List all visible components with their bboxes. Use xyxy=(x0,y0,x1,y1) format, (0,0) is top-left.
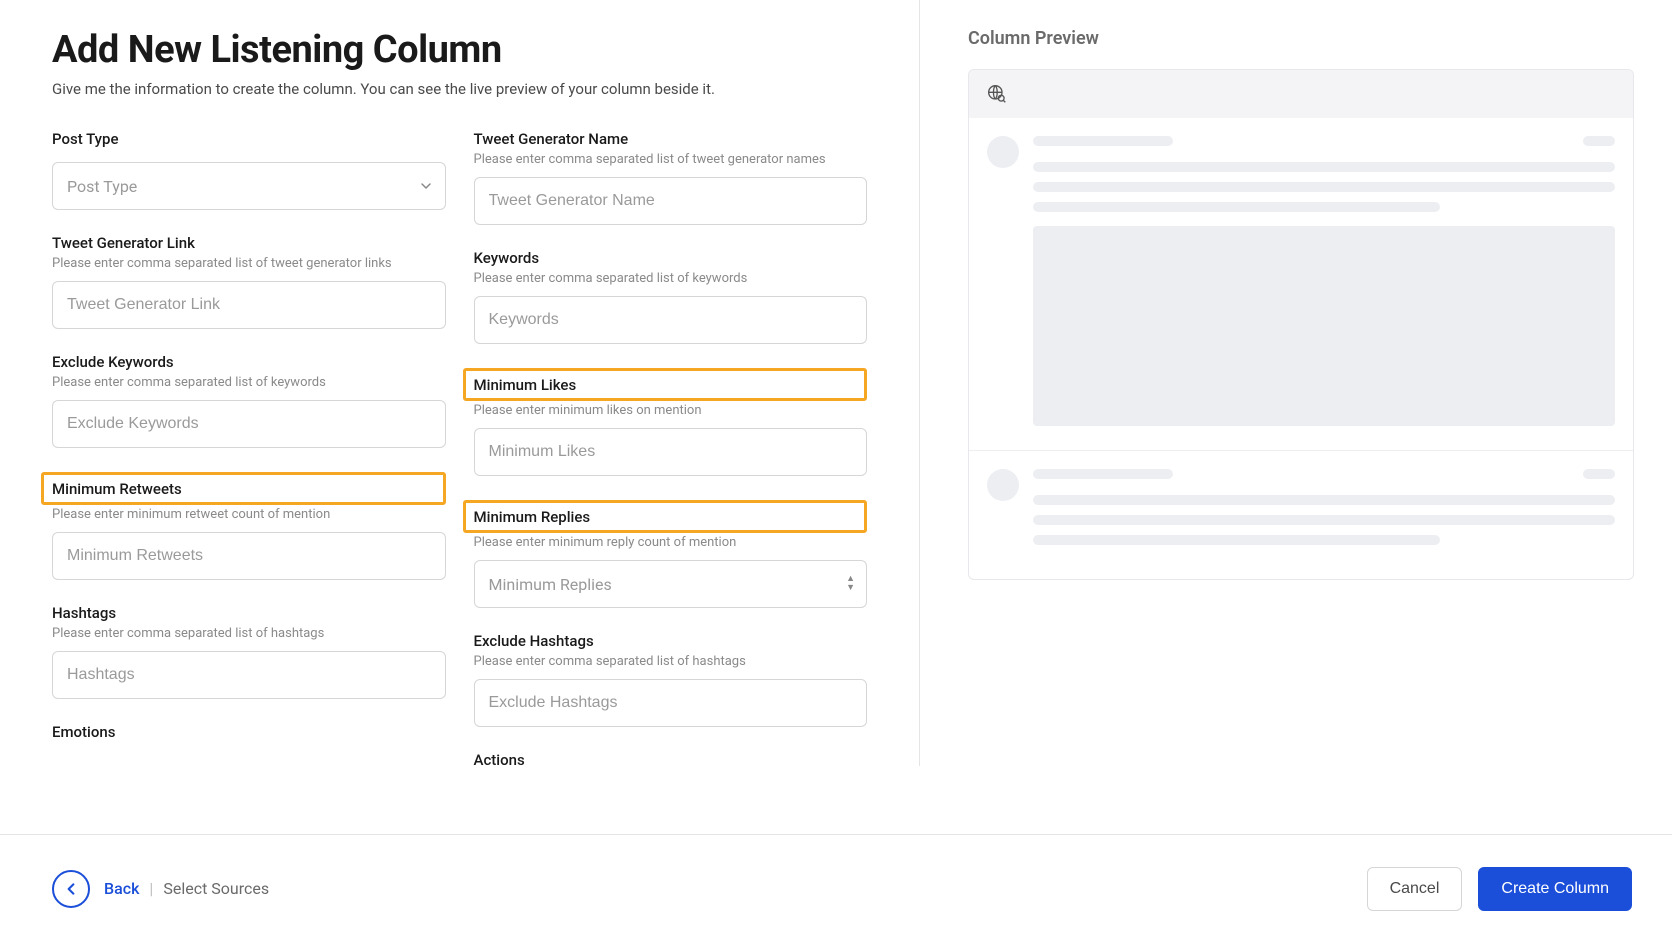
minimum-replies-placeholder: Minimum Replies xyxy=(489,575,612,594)
placeholder-line xyxy=(1033,535,1440,545)
tweet-gen-name-hint: Please enter comma separated list of twe… xyxy=(474,152,868,167)
exclude-keywords-label: Exclude Keywords xyxy=(52,353,446,371)
minimum-likes-label: Minimum Likes xyxy=(474,376,577,394)
highlight-minimum-replies: Minimum Replies xyxy=(463,500,868,533)
emotions-label: Emotions xyxy=(52,723,446,741)
exclude-hashtags-input[interactable] xyxy=(474,679,868,727)
placeholder-line xyxy=(1033,162,1615,172)
field-tweet-generator-name: Tweet Generator Name Please enter comma … xyxy=(474,130,868,225)
preview-item xyxy=(969,118,1633,451)
field-emotions: Emotions xyxy=(52,723,446,745)
page-title: Add New Listening Column xyxy=(52,28,867,72)
avatar-placeholder xyxy=(987,469,1019,501)
placeholder-line xyxy=(1033,469,1173,479)
field-keywords: Keywords Please enter comma separated li… xyxy=(474,249,868,344)
breadcrumb-current: Select Sources xyxy=(163,879,269,898)
hashtags-input[interactable] xyxy=(52,651,446,699)
minimum-likes-hint: Please enter minimum likes on mention xyxy=(474,403,868,418)
hashtags-hint: Please enter comma separated list of has… xyxy=(52,626,446,641)
tweet-gen-link-label: Tweet Generator Link xyxy=(52,234,446,252)
avatar-placeholder xyxy=(987,136,1019,168)
field-minimum-retweets: Minimum Retweets Please enter minimum re… xyxy=(52,472,446,580)
footer: Back | Select Sources Cancel Create Colu… xyxy=(0,834,1672,942)
placeholder-line xyxy=(1033,202,1440,212)
preview-body xyxy=(1033,136,1615,426)
field-hashtags: Hashtags Please enter comma separated li… xyxy=(52,604,446,699)
globe-search-icon xyxy=(987,84,1007,104)
minimum-likes-input[interactable] xyxy=(474,428,868,476)
post-type-placeholder: Post Type xyxy=(67,177,137,196)
placeholder-line xyxy=(1583,136,1615,146)
keywords-label: Keywords xyxy=(474,249,868,267)
minimum-retweets-input[interactable] xyxy=(52,532,446,580)
cancel-button[interactable]: Cancel xyxy=(1367,867,1463,911)
form-panel: Add New Listening Column Give me the inf… xyxy=(0,0,920,766)
image-placeholder xyxy=(1033,226,1615,426)
placeholder-line xyxy=(1033,495,1615,505)
placeholder-line xyxy=(1033,515,1615,525)
minimum-retweets-hint: Please enter minimum retweet count of me… xyxy=(52,507,446,522)
create-column-button[interactable]: Create Column xyxy=(1478,867,1632,911)
tweet-gen-link-hint: Please enter comma separated list of twe… xyxy=(52,256,446,271)
minimum-replies-hint: Please enter minimum reply count of ment… xyxy=(474,535,868,550)
preview-body xyxy=(1033,469,1615,555)
tweet-gen-name-label: Tweet Generator Name xyxy=(474,130,868,148)
page-subtitle: Give me the information to create the co… xyxy=(52,80,867,98)
field-tweet-generator-link: Tweet Generator Link Please enter comma … xyxy=(52,234,446,329)
keywords-input[interactable] xyxy=(474,296,868,344)
form-column-left: Post Type Post Type Tweet Generator Link… xyxy=(52,130,446,766)
minimum-replies-label: Minimum Replies xyxy=(474,508,591,526)
tweet-gen-link-input[interactable] xyxy=(52,281,446,329)
preview-card xyxy=(968,69,1634,580)
placeholder-line xyxy=(1033,136,1173,146)
exclude-hashtags-hint: Please enter comma separated list of has… xyxy=(474,654,868,669)
field-exclude-keywords: Exclude Keywords Please enter comma sepa… xyxy=(52,353,446,448)
field-post-type: Post Type Post Type xyxy=(52,130,446,210)
breadcrumb-separator: | xyxy=(149,879,153,898)
preview-title: Column Preview xyxy=(968,28,1634,49)
form-column-right: Tweet Generator Name Please enter comma … xyxy=(474,130,868,766)
highlight-minimum-retweets: Minimum Retweets xyxy=(41,472,446,505)
post-type-select[interactable]: Post Type xyxy=(52,162,446,210)
back-label[interactable]: Back xyxy=(104,879,139,898)
keywords-hint: Please enter comma separated list of key… xyxy=(474,271,868,286)
field-minimum-likes: Minimum Likes Please enter minimum likes… xyxy=(474,368,868,476)
exclude-hashtags-label: Exclude Hashtags xyxy=(474,632,868,650)
preview-panel: Column Preview xyxy=(920,0,1672,766)
highlight-minimum-likes: Minimum Likes xyxy=(463,368,868,401)
back-button[interactable] xyxy=(52,870,90,908)
chevron-down-icon xyxy=(420,180,432,192)
actions-label: Actions xyxy=(474,751,868,766)
post-type-label: Post Type xyxy=(52,130,446,148)
preview-item xyxy=(969,451,1633,579)
placeholder-line xyxy=(1583,469,1615,479)
field-exclude-hashtags: Exclude Hashtags Please enter comma sepa… xyxy=(474,632,868,727)
tweet-gen-name-input[interactable] xyxy=(474,177,868,225)
exclude-keywords-hint: Please enter comma separated list of key… xyxy=(52,375,446,390)
hashtags-label: Hashtags xyxy=(52,604,446,622)
stepper-icon[interactable]: ▲▼ xyxy=(846,576,855,592)
field-actions: Actions xyxy=(474,751,868,766)
preview-header xyxy=(969,70,1633,118)
field-minimum-replies: Minimum Replies Please enter minimum rep… xyxy=(474,500,868,608)
exclude-keywords-input[interactable] xyxy=(52,400,446,448)
minimum-replies-input[interactable]: Minimum Replies xyxy=(474,560,868,608)
placeholder-line xyxy=(1033,182,1615,192)
minimum-retweets-label: Minimum Retweets xyxy=(52,480,182,498)
